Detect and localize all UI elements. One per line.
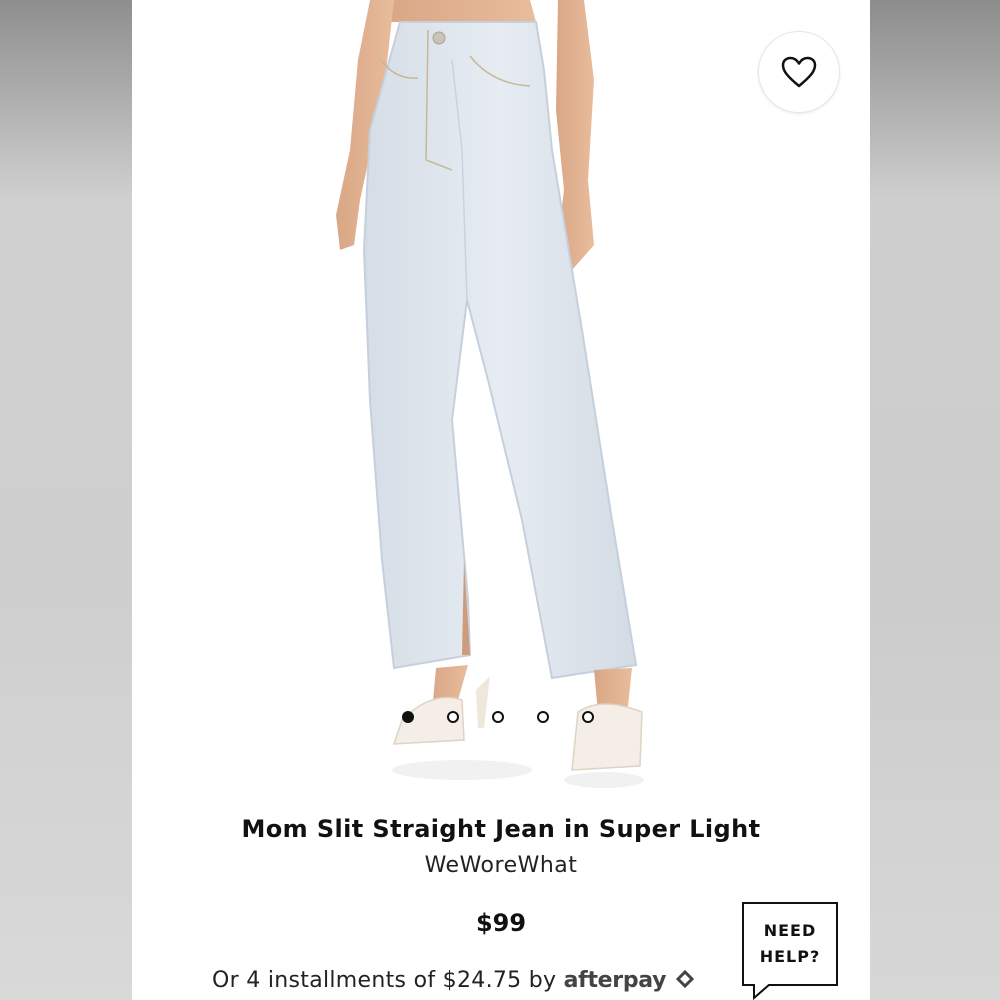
carousel-dot-5[interactable] <box>582 711 594 723</box>
afterpay-link[interactable]: afterpay <box>564 968 667 993</box>
product-image[interactable] <box>132 0 870 790</box>
chat-bubble-icon <box>753 984 771 1000</box>
need-help-line1: NEED <box>763 921 817 940</box>
carousel-dot-1[interactable] <box>402 711 414 723</box>
right-background-strip <box>870 0 1000 1000</box>
carousel-dot-2[interactable] <box>447 711 459 723</box>
need-help-button[interactable]: NEED HELP? <box>742 902 838 986</box>
heart-icon <box>781 56 817 88</box>
wishlist-button[interactable] <box>758 31 840 113</box>
product-page: Mom Slit Straight Jean in Super Light We… <box>132 0 870 1000</box>
product-title: Mom Slit Straight Jean in Super Light <box>241 815 761 843</box>
product-brand[interactable]: WeWoreWhat <box>132 853 870 878</box>
need-help-line2: HELP? <box>759 947 821 966</box>
installments-text: Or 4 installments of $24.75 by <box>212 968 564 993</box>
carousel-dot-4[interactable] <box>537 711 549 723</box>
carousel-indicators <box>402 711 627 723</box>
left-background-strip <box>0 0 132 1000</box>
afterpay-logo-icon <box>675 969 694 989</box>
carousel-dot-3[interactable] <box>492 711 504 723</box>
installments-info: Or 4 installments of $24.75 by afterpay <box>212 968 696 993</box>
